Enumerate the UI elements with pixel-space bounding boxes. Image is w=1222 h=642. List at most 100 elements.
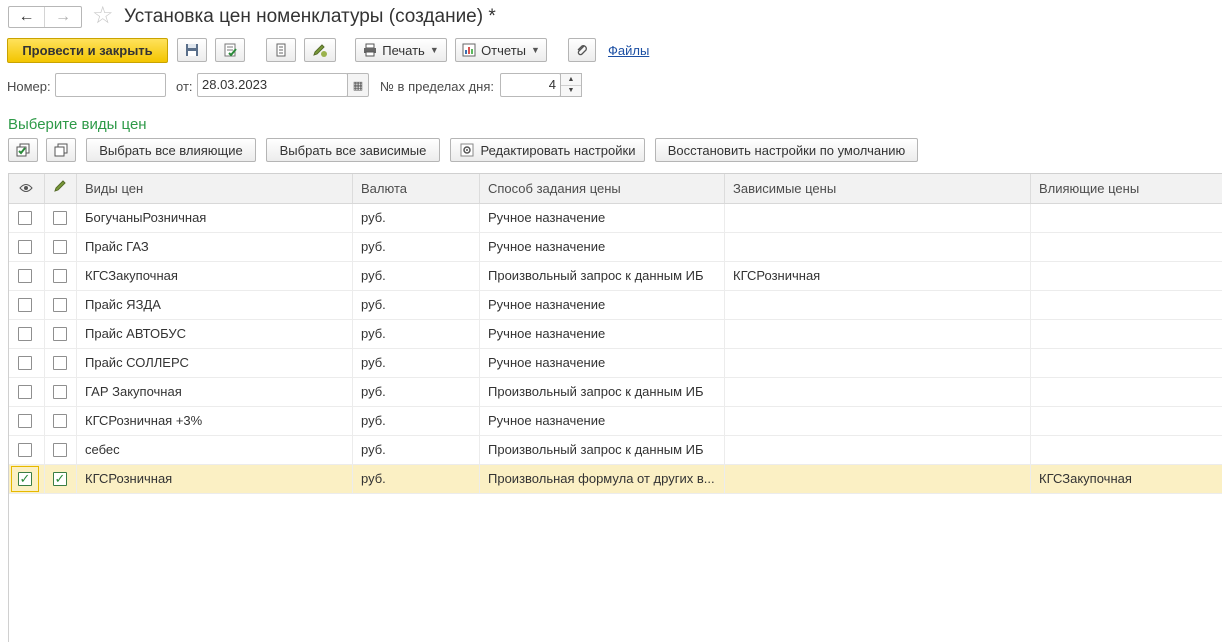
dependent-cell: КГСРозничная xyxy=(733,268,821,283)
visible-checkbox[interactable]: ✓ xyxy=(18,472,32,486)
edit-checkbox[interactable] xyxy=(53,211,67,225)
influencing-cell xyxy=(1031,204,1222,232)
column-divider xyxy=(44,436,45,464)
visible-checkbox[interactable] xyxy=(18,269,32,283)
table-row[interactable]: Прайс ГАЗ руб. Ручное назначение xyxy=(9,233,1222,262)
pencil-edit-icon xyxy=(313,44,327,57)
number-field[interactable] xyxy=(55,73,166,97)
visible-checkbox[interactable] xyxy=(18,240,32,254)
currency-cell: руб. xyxy=(361,384,386,399)
day-order-stepper[interactable]: ▲ ▼ xyxy=(560,73,582,97)
edit-column-header[interactable] xyxy=(45,174,77,203)
price-type-cell: ГАР Закупочная xyxy=(85,384,182,399)
influencing-cell xyxy=(1031,407,1222,435)
day-order-label: № в пределах дня: xyxy=(380,79,495,94)
column-divider xyxy=(44,204,45,232)
print-menu-button[interactable]: Печать ▼ xyxy=(355,38,447,62)
stepper-down-icon[interactable]: ▼ xyxy=(561,86,581,97)
column-header-influencing[interactable]: Влияющие цены xyxy=(1031,174,1222,203)
printer-icon xyxy=(364,43,377,57)
visibility-column-header[interactable] xyxy=(9,174,45,203)
save-button[interactable] xyxy=(177,38,207,62)
paperclip-icon xyxy=(577,45,587,56)
edit-checkbox[interactable] xyxy=(53,269,67,283)
edit-checkbox[interactable] xyxy=(53,240,67,254)
method-cell: Произвольный запрос к данным ИБ xyxy=(488,384,704,399)
attach-button[interactable] xyxy=(568,38,596,62)
chevron-down-icon: ▼ xyxy=(429,45,439,55)
edit-checkbox[interactable] xyxy=(53,327,67,341)
document-journal-button[interactable] xyxy=(266,38,296,62)
visible-checkbox[interactable] xyxy=(18,356,32,370)
method-cell: Ручное назначение xyxy=(488,297,606,312)
star-icon[interactable]: ☆ xyxy=(92,2,114,30)
dependent-cell xyxy=(725,204,1031,232)
table-row[interactable]: КГСРозничная +3% руб. Ручное назначение xyxy=(9,407,1222,436)
visible-checkbox[interactable] xyxy=(18,211,32,225)
stepper-up-icon[interactable]: ▲ xyxy=(561,74,581,86)
visible-checkbox[interactable] xyxy=(18,327,32,341)
edit-checkbox[interactable] xyxy=(53,385,67,399)
method-cell: Ручное назначение xyxy=(488,326,606,341)
table-row[interactable]: себес руб. Произвольный запрос к данным ИБ xyxy=(9,436,1222,465)
table-row[interactable]: Прайс ЯЗДА руб. Ручное назначение xyxy=(9,291,1222,320)
visible-checkbox[interactable] xyxy=(18,298,32,312)
influencing-cell xyxy=(1031,378,1222,406)
check-all-button[interactable] xyxy=(8,138,38,162)
post-button[interactable] xyxy=(215,38,245,62)
visible-checkbox[interactable] xyxy=(18,443,32,457)
edit-checkbox[interactable]: ✓ xyxy=(53,472,67,486)
price-type-cell: БогучаныРозничная xyxy=(85,210,207,225)
dependent-cell xyxy=(725,378,1031,406)
edit-checkbox[interactable] xyxy=(53,298,67,312)
column-divider xyxy=(44,465,45,493)
table-row[interactable]: ГАР Закупочная руб. Произвольный запрос к … xyxy=(9,378,1222,407)
table-row[interactable]: Прайс АВТОБУС руб. Ручное назначение xyxy=(9,320,1222,349)
visible-checkbox[interactable] xyxy=(18,414,32,428)
price-type-cell: Прайс АВТОБУС xyxy=(85,326,186,341)
uncheck-all-button[interactable] xyxy=(46,138,76,162)
back-arrow-icon[interactable]: ← xyxy=(9,7,46,27)
influencing-cell xyxy=(1031,349,1222,377)
date-field[interactable]: 28.03.2023 xyxy=(197,73,348,97)
day-order-field[interactable]: 4 xyxy=(500,73,561,97)
floppy-disk-icon xyxy=(186,44,198,56)
method-cell: Произвольная формула от других в... xyxy=(488,471,715,486)
navigation-group: ← → xyxy=(8,6,82,28)
column-header-currency[interactable]: Валюта xyxy=(353,174,480,203)
files-link[interactable]: Файлы xyxy=(608,43,649,58)
edit-button[interactable] xyxy=(304,38,336,62)
influencing-cell xyxy=(1031,291,1222,319)
dependent-cell xyxy=(725,233,1031,261)
influencing-cell xyxy=(1031,436,1222,464)
method-cell: Ручное назначение xyxy=(488,210,606,225)
dependent-cell xyxy=(725,291,1031,319)
visible-checkbox[interactable] xyxy=(18,385,32,399)
post-and-close-button[interactable]: Провести и закрыть xyxy=(7,38,168,63)
table-row[interactable]: КГСЗакупочная руб. Произвольный запрос к д… xyxy=(9,262,1222,291)
currency-cell: руб. xyxy=(361,413,386,428)
date-from-label: от: xyxy=(176,79,193,94)
column-header-method[interactable]: Способ задания цены xyxy=(480,174,725,203)
edit-checkbox[interactable] xyxy=(53,414,67,428)
edit-settings-button[interactable]: Редактировать настройки xyxy=(450,138,645,162)
column-header-dependent[interactable]: Зависимые цены xyxy=(725,174,1031,203)
edit-checkbox[interactable] xyxy=(53,356,67,370)
check-all-icon xyxy=(16,143,30,157)
table-row[interactable]: ✓ ✓ КГСРозничная руб. Произвольная формула о… xyxy=(9,465,1222,494)
restore-defaults-button[interactable]: Восстановить настройки по умолчанию xyxy=(655,138,918,162)
report-chart-icon xyxy=(462,43,476,57)
forward-arrow-icon[interactable]: → xyxy=(45,7,81,27)
table-row[interactable]: Прайс СОЛЛЕРС руб. Ручное назначение xyxy=(9,349,1222,378)
select-all-dependent-button[interactable]: Выбрать все зависимые xyxy=(266,138,440,162)
reports-menu-button[interactable]: Отчеты ▼ xyxy=(455,38,547,62)
calendar-icon[interactable]: ▦ xyxy=(347,73,369,97)
select-all-influencing-button[interactable]: Выбрать все влияющие xyxy=(86,138,256,162)
dependent-cell xyxy=(725,407,1031,435)
edit-checkbox[interactable] xyxy=(53,443,67,457)
table-row[interactable]: БогучаныРозничная руб. Ручное назначение xyxy=(9,204,1222,233)
column-header-price-type[interactable]: Виды цен xyxy=(77,174,353,203)
influencing-cell xyxy=(1031,233,1222,261)
price-type-cell: Прайс ЯЗДА xyxy=(85,297,161,312)
currency-cell: руб. xyxy=(361,210,386,225)
